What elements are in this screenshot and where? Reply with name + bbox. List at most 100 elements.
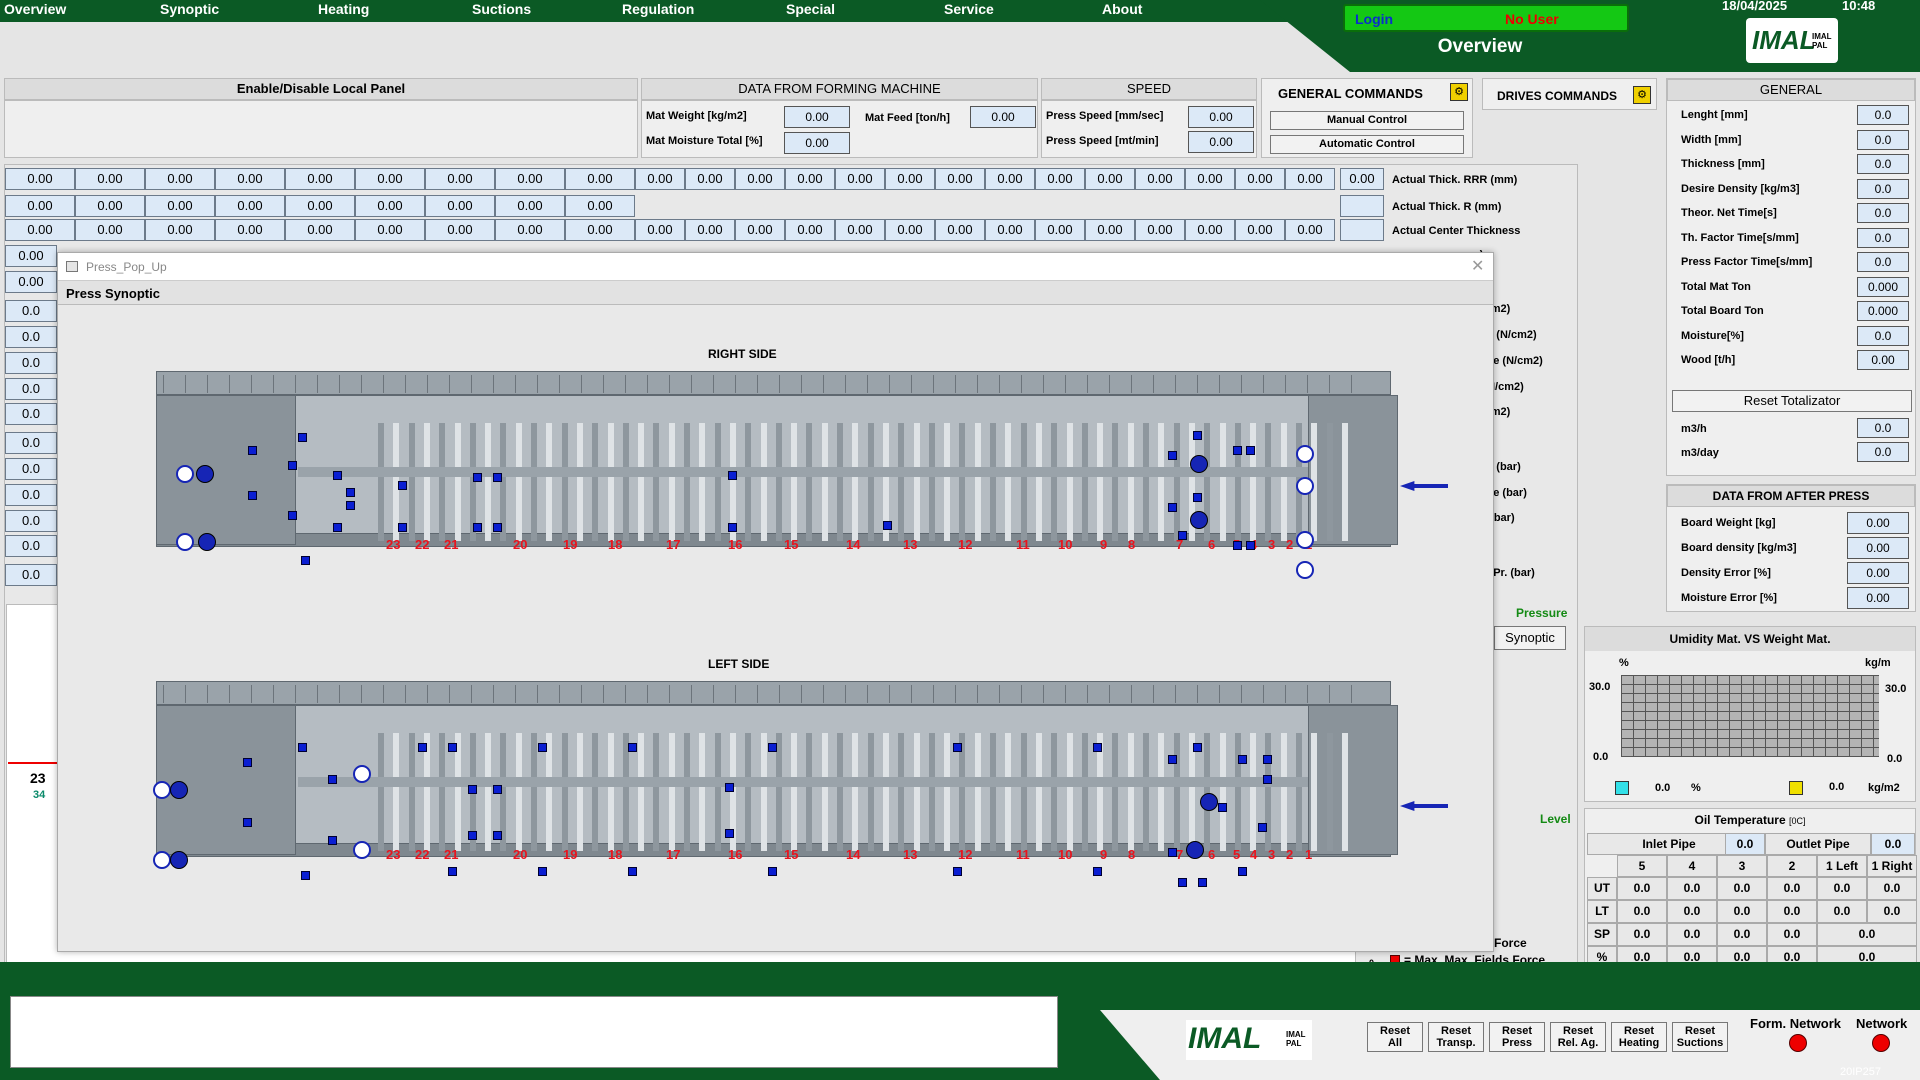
thickness-cell: 0.00 [565,219,635,241]
press-rib [622,423,629,541]
menu-item-regulation[interactable]: Regulation [622,0,694,20]
login-box[interactable]: Login No User [1343,4,1629,32]
sensor-marker [468,831,477,840]
zone-number: 21 [444,847,459,862]
synoptic-button[interactable]: Synoptic [1494,626,1566,650]
zone-number: 22 [415,537,430,552]
thickness-cell: 0.00 [1340,168,1384,190]
frame-tick [1109,685,1110,703]
sensor-marker [1193,431,1202,440]
sensor-marker [1263,775,1272,784]
thickness-cell: 0.00 [985,168,1035,190]
legend-moisture-unit: % [1691,782,1701,794]
frame-tick [801,375,802,393]
trend-value-2: 34 [33,789,46,801]
y-right-max: 30.0 [1885,683,1907,695]
fan-icon [1296,531,1314,549]
press-outfeed [1308,705,1398,855]
frame-tick [779,375,780,393]
reset-button-all[interactable]: Reset All [1367,1022,1423,1052]
menu-item-service[interactable]: Service [944,0,994,20]
press-rib [837,423,843,541]
frame-tick [933,375,934,393]
menu-item-suctions[interactable]: Suctions [472,0,531,20]
sensor-marker [1233,446,1242,455]
menu-item-special[interactable]: Special [786,0,835,20]
left-value-cell: 0.0 [5,535,57,557]
press-rib [546,733,553,851]
sensor-marker [1178,878,1187,887]
oil-title: Oil Temperature [0C] [1694,813,1806,827]
gear-icon[interactable]: ⚙ [1633,86,1651,104]
y-left-min: 0.0 [1593,751,1609,763]
fan-icon [176,465,194,483]
press-rib [1250,423,1257,541]
press-rib [1051,423,1058,541]
press-popup-window[interactable]: Press_Pop_Up ✕ Press Synoptic RIGHT SIDE… [57,252,1494,952]
reset-button-press[interactable]: Reset Press [1489,1022,1545,1052]
reset-button-heating[interactable]: Reset Heating [1611,1022,1667,1052]
sensor-marker [1246,446,1255,455]
press-rib [1005,733,1012,851]
thickness-cell: 0.00 [1285,219,1335,241]
menu-item-overview[interactable]: Overview [4,0,66,20]
reset-button-suctions[interactable]: Reset Suctions [1672,1022,1728,1052]
sensor-marker [1193,493,1202,502]
sensor-marker [448,867,457,876]
thickness-cell: 0.00 [1185,168,1235,190]
frame-tick [1351,375,1352,393]
general-row-label: Total Mat Ton [1681,280,1751,293]
reset-button-relag[interactable]: Reset Rel. Ag. [1550,1022,1606,1052]
menu-item-synoptic[interactable]: Synoptic [160,0,219,20]
oil-value: 0.0 [1817,923,1917,946]
thickness-cell: 0.00 [5,168,75,190]
manual-control-button[interactable]: Manual Control [1270,111,1464,130]
force-label: Force [1494,936,1527,950]
press-rib [837,733,843,851]
popup-header: Press Synoptic [58,281,1493,305]
reset-totalizator-button[interactable]: Reset Totalizator [1672,390,1912,412]
thickness-cell: 0.00 [495,168,565,190]
press-rib [1326,423,1333,541]
press-rib [423,423,430,541]
oil-value: 0.0 [1767,900,1817,923]
thickness-cell [1340,219,1384,241]
sensor-marker [333,471,342,480]
frame-tick [581,375,582,393]
outlet-pipe-label: Outlet Pipe [1765,833,1871,855]
thickness-cell: 0.00 [5,195,75,217]
frame-tick [361,375,362,393]
automatic-control-button[interactable]: Automatic Control [1270,135,1464,154]
sensor-marker [1168,451,1177,460]
reset-button-transp[interactable]: Reset Transp. [1428,1022,1484,1052]
press-rib [1341,733,1348,851]
m3h-value: 0.0 [1857,418,1909,438]
forming-panel: Mat Weight [kg/m2] 0.00 Mat Feed [ton/h]… [641,100,1038,158]
legend-swatch-weight [1789,781,1803,795]
after-press-row-value: 0.00 [1847,562,1909,584]
frame-tick [603,375,604,393]
press-rib [668,733,675,851]
general-row-label: Width [mm] [1681,133,1742,146]
gear-icon[interactable]: ⚙ [1450,83,1468,101]
menu-item-heating[interactable]: Heating [318,0,369,20]
frame-tick [1065,685,1066,703]
press-rib [1081,733,1088,851]
frame-tick [867,685,868,703]
thickness-cell: 0.00 [5,219,75,241]
close-icon[interactable]: ✕ [1471,256,1484,276]
menu-item-about[interactable]: About [1102,0,1142,20]
valve-icon [1190,455,1208,473]
frame-tick [1131,375,1132,393]
press-rib [485,733,492,851]
oil-value: 0.0 [1717,923,1767,946]
press-rib [1005,423,1012,541]
y-left-unit: % [1619,657,1629,669]
button-line-2: Rel. Ag. [1557,1037,1599,1049]
oil-value: 0.0 [1617,877,1667,900]
login-label: Login [1355,11,1394,27]
after-press-row-value: 0.00 [1847,512,1909,534]
general-row-value: 0.000 [1857,276,1909,297]
press-rib [378,423,384,541]
press-rib [699,733,706,851]
